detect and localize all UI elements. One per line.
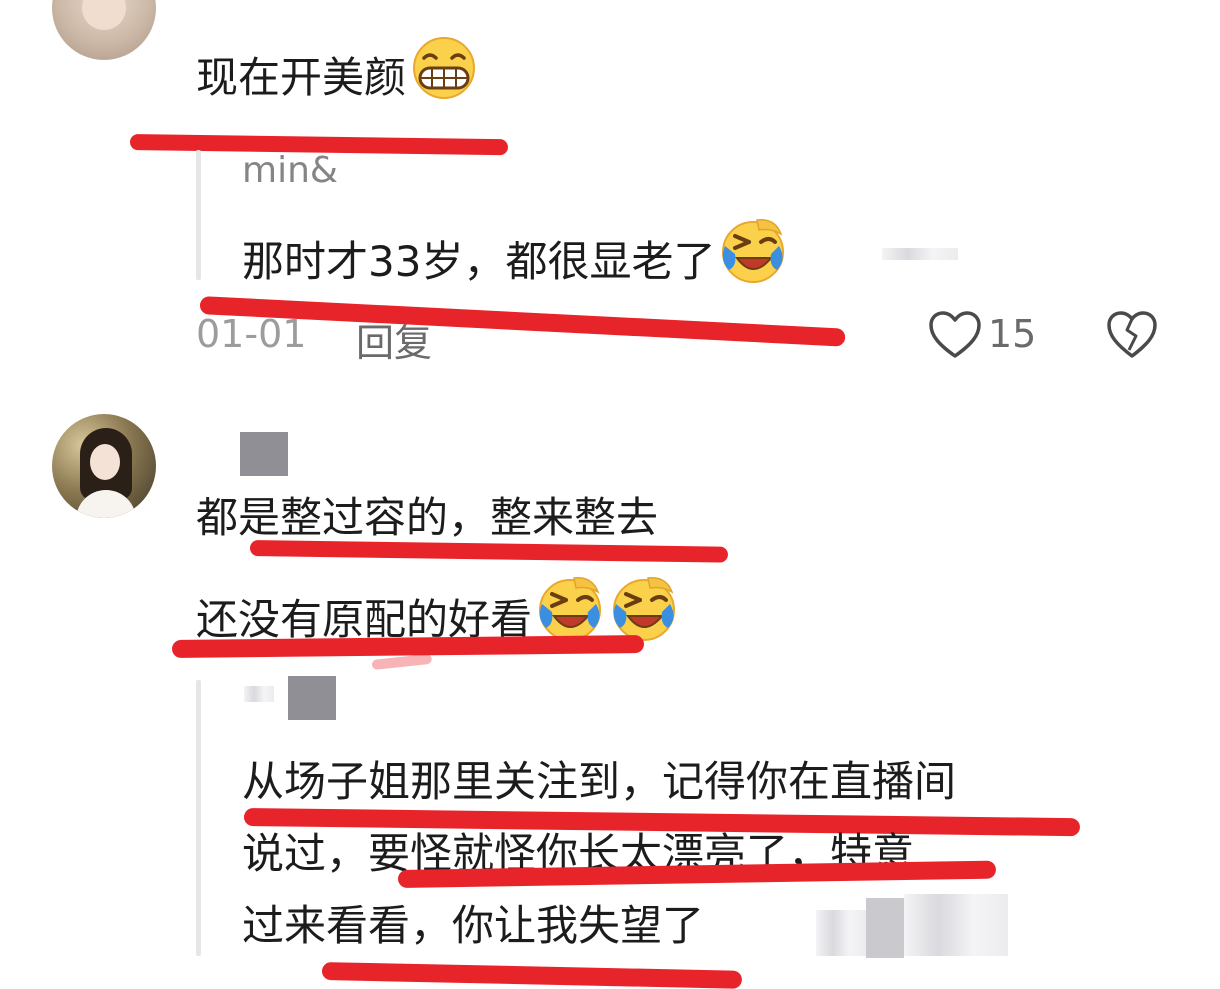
blurred-region [866, 898, 904, 958]
blurred-region [816, 910, 866, 956]
blurred-region [882, 248, 958, 260]
reply-thread-bar [196, 680, 201, 956]
comment-text: 现在开美颜 [196, 36, 480, 114]
comment-text-line: 都是整过容的，整来整去 [196, 493, 659, 542]
commenter-avatar[interactable] [52, 0, 156, 60]
reply-text-line: 过来看看，你让我失望了 [242, 901, 705, 950]
reply-text: 那时才33岁，都很显老了 [242, 216, 789, 298]
reply-date: 01-01 [196, 312, 307, 356]
blurred-region [904, 894, 1008, 956]
blurred-username [288, 676, 336, 720]
red-underline-annotation [371, 653, 433, 670]
reply-button[interactable]: 回复 [356, 312, 432, 367]
like-button[interactable] [928, 310, 982, 360]
grinning-face-emoji [408, 36, 480, 114]
reply-username[interactable]: min& [242, 150, 338, 191]
blurred-region [244, 686, 274, 702]
dislike-button[interactable] [1106, 310, 1158, 360]
loudly-laughing-emoji [717, 216, 789, 298]
reply-text-content: 那时才33岁，都很显老了 [242, 237, 716, 286]
red-underline-annotation [321, 962, 743, 989]
commenter-avatar[interactable] [52, 414, 156, 518]
avatar-face [82, 0, 126, 30]
broken-heart-icon [1106, 311, 1158, 364]
reply-thread-bar [196, 150, 201, 280]
avatar-face [90, 444, 120, 480]
like-count: 15 [988, 312, 1037, 356]
heart-icon [928, 311, 982, 364]
blurred-username [240, 432, 288, 476]
comment-text-content: 现在开美颜 [196, 53, 407, 102]
reply-text-line: 从场子姐那里关注到，记得你在直播间 [242, 757, 957, 806]
